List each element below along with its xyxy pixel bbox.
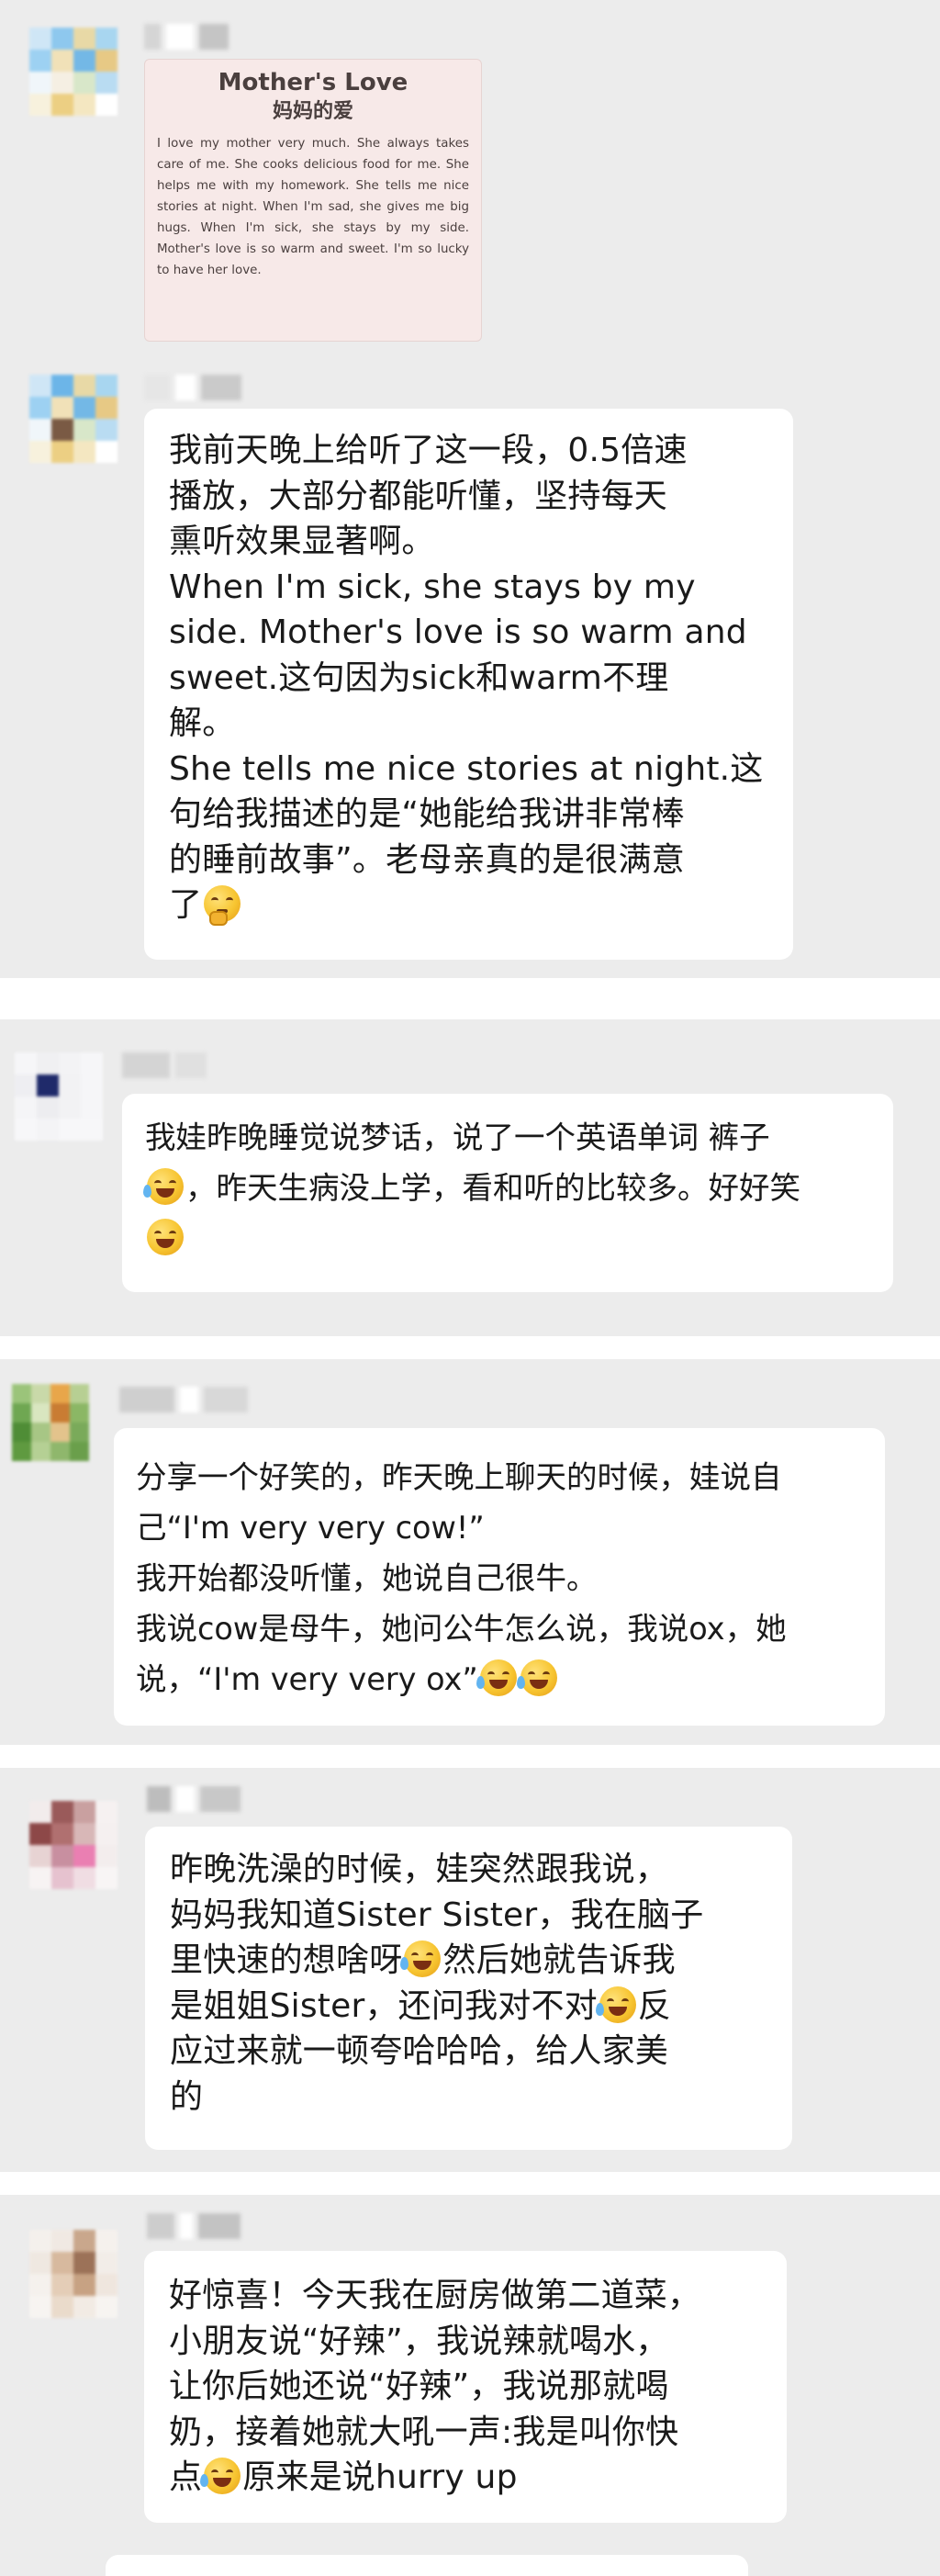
tears-of-joy-icon <box>516 1659 557 1696</box>
message-line: 点 <box>169 2458 203 2496</box>
message-line: 反 <box>637 1986 672 2025</box>
laughing-crying-face-icon <box>143 1168 184 1205</box>
message-line: 里快速的想啥呀 <box>170 1941 403 1979</box>
message-line: 原来是说hurry up <box>242 2458 518 2496</box>
message-line: When I'm sick, she stays by my <box>169 568 696 606</box>
message-line: 我开始都没听懂，她说自己很牛。 <box>136 1560 598 1596</box>
avatar[interactable] <box>29 375 118 463</box>
sender-name <box>122 1052 207 1078</box>
message-card: 昨晚洗澡的时候，娃突然跟我说， 妈妈我知道Sister Sister，我在脑子 … <box>0 1768 940 2172</box>
message-line: 了 <box>169 886 203 924</box>
sender-name <box>144 24 229 50</box>
next-bubble-edge <box>106 2555 748 2576</box>
message-line: 让你后她还说“好辣”，我说那就喝 <box>169 2368 669 2405</box>
poster-subtitle: 妈妈的爱 <box>272 100 353 123</box>
grinning-squinting-face-icon <box>147 1219 184 1255</box>
message-line: side. Mother's love is so warm and <box>169 613 747 651</box>
message-line: sweet.这句因为sick和warm不理 <box>169 658 669 697</box>
sender-name <box>147 2213 241 2239</box>
message-line: 奶，接着她就大吼一声:我是叫你快 <box>169 2413 679 2451</box>
avatar[interactable] <box>29 1801 118 1889</box>
message-line: 是姐姐Sister，还问我对不对 <box>170 1986 598 2025</box>
avatar[interactable] <box>29 28 118 116</box>
avatar[interactable] <box>12 1384 89 1461</box>
poster-title: Mother's Love <box>218 69 408 96</box>
sender-name <box>144 375 241 400</box>
thinking-face-icon <box>204 885 241 926</box>
message-card: 我娃昨晚睡觉说梦话，说了一个英语单词 裤子 ，昨天生病没上学，看和听的比较多。好… <box>0 1019 940 1336</box>
message-line: 应过来就一顿夸哈哈哈，给人家美 <box>170 2032 669 2070</box>
message-line: ，昨天生病没上学，看和听的比较多。好好笑 <box>185 1170 800 1206</box>
message-line: 然后她就告诉我 <box>442 1941 676 1979</box>
message-line: 己“I'm very very cow!” <box>136 1510 485 1546</box>
message-line: 解。 <box>169 704 236 742</box>
message-line: 好惊喜！今天我在厨房做第二道菜， <box>169 2277 701 2314</box>
message-line: 播放，大部分都能听懂，坚持每天 <box>169 477 668 515</box>
message-line: 熏听效果显著啊。 <box>169 523 435 560</box>
message-card: 分享一个好笑的，昨天晚上聊天的时候，娃说自 己“I'm very very co… <box>0 1359 940 1745</box>
laughing-crying-face-icon <box>200 2458 241 2494</box>
message-line: 我娃昨晚睡觉说梦话，说了一个英语单词 裤子 <box>145 1119 770 1155</box>
sender-name <box>147 1786 241 1812</box>
message-line: 句给我描述的是“她能给我讲非常棒 <box>169 795 685 833</box>
message-bubble[interactable]: 昨晚洗澡的时候，娃突然跟我说， 妈妈我知道Sister Sister，我在脑子 … <box>145 1827 792 2150</box>
message-line: 小朋友说“好辣”，我说辣就喝水， <box>169 2322 669 2360</box>
laughing-crying-face-icon <box>400 1940 442 1977</box>
tears-of-joy-icon <box>595 1985 636 2023</box>
message-bubble[interactable]: 我娃昨晚睡觉说梦话，说了一个英语单词 裤子 ，昨天生病没上学，看和听的比较多。好… <box>122 1094 893 1292</box>
message-line: 我前天晚上给听了这一段，0.5倍速 <box>169 432 688 469</box>
poster-image[interactable]: Mother's Love 妈妈的爱 I love my mother very… <box>144 59 482 342</box>
message-line: 分享一个好笑的，昨天晚上聊天的时候，娃说自 <box>136 1459 782 1495</box>
message-card: 好惊喜！今天我在厨房做第二道菜， 小朋友说“好辣”，我说辣就喝水， 让你后她还说… <box>0 2195 940 2576</box>
poster-body: I love my mother very much. She always t… <box>157 137 469 277</box>
message-bubble[interactable]: 分享一个好笑的，昨天晚上聊天的时候，娃说自 己“I'm very very co… <box>114 1428 885 1726</box>
avatar[interactable] <box>15 1052 103 1141</box>
message-bubble[interactable]: 我前天晚上给听了这一段，0.5倍速 播放，大部分都能听懂，坚持每天 熏听效果显著… <box>144 409 793 960</box>
tears-of-joy-icon <box>476 1659 517 1696</box>
message-line: 妈妈我知道Sister Sister，我在脑子 <box>170 1895 704 1934</box>
avatar[interactable] <box>29 2230 118 2318</box>
moments-feed: Mother's Love 妈妈的爱 I love my mother very… <box>0 0 940 2576</box>
message-line: 说，“I'm very very ox” <box>136 1661 478 1697</box>
message-line: 的睡前故事”。老母亲真的是很满意 <box>169 840 685 879</box>
message-line: 我说cow是母牛，她问公牛怎么说，我说ox，她 <box>136 1611 787 1647</box>
message-line: 的 <box>170 2077 204 2116</box>
message-line: She tells me nice stories at night.这 <box>169 749 764 788</box>
message-card: Mother's Love 妈妈的爱 I love my mother very… <box>0 0 940 978</box>
message-line: 昨晚洗澡的时候，娃突然跟我说， <box>170 1850 669 1888</box>
sender-name <box>119 1387 248 1412</box>
message-bubble[interactable]: 好惊喜！今天我在厨房做第二道菜， 小朋友说“好辣”，我说辣就喝水， 让你后她还说… <box>144 2251 787 2523</box>
